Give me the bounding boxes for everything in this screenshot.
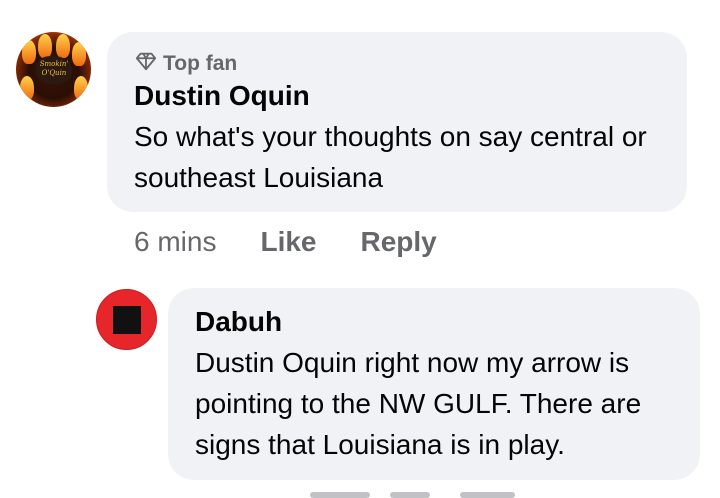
top-fan-badge: Top fan bbox=[135, 50, 237, 78]
next-content-peek bbox=[310, 492, 520, 498]
flame-decoration bbox=[72, 42, 86, 66]
comment-timestamp[interactable]: 6 mins bbox=[134, 226, 216, 258]
reply-author[interactable]: Dabuh bbox=[195, 306, 282, 338]
badge-label: Top fan bbox=[163, 52, 238, 75]
reply-button[interactable]: Reply bbox=[361, 226, 437, 258]
flame-decoration bbox=[38, 34, 52, 58]
comment-text: So what's your thoughts on say central o… bbox=[134, 121, 647, 193]
commenter-avatar[interactable]: Smokin' O'Quin bbox=[16, 32, 91, 107]
comment-author[interactable]: Dustin Oquin bbox=[134, 80, 310, 112]
diamond-icon bbox=[135, 50, 157, 78]
reply-avatar[interactable] bbox=[96, 289, 157, 350]
flame-decoration bbox=[20, 76, 34, 100]
reply-text: Dustin Oquin right now my arrow is point… bbox=[195, 347, 642, 460]
like-button[interactable]: Like bbox=[260, 226, 316, 258]
flame-decoration bbox=[56, 34, 70, 58]
square-icon bbox=[113, 306, 141, 334]
comment-actions: 6 mins Like Reply bbox=[134, 226, 437, 258]
flame-decoration bbox=[22, 40, 36, 64]
flame-decoration bbox=[74, 76, 88, 100]
avatar-logo-text: Smokin' O'Quin bbox=[39, 60, 69, 77]
